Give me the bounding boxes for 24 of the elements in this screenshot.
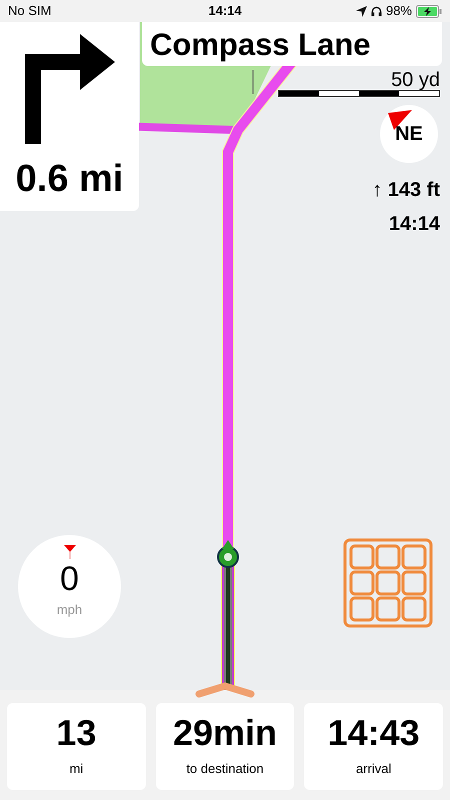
- carrier-text: No SIM: [8, 2, 52, 20]
- stat-value: 14:43: [328, 714, 420, 751]
- headphones-icon: [370, 6, 382, 16]
- expand-chevron-icon[interactable]: [195, 682, 255, 698]
- stat-label: to destination: [186, 760, 264, 778]
- stat-value: 13: [56, 714, 96, 751]
- speed-value: 0: [60, 562, 79, 596]
- speed-marker-icon: [64, 545, 76, 559]
- status-time: 14:14: [208, 2, 242, 20]
- location-arrow-icon: [356, 6, 367, 16]
- street-name-banner: Compass Lane: [142, 22, 442, 66]
- maneuver-distance: 0.6 mi: [16, 160, 124, 198]
- menu-grid-button[interactable]: [343, 538, 433, 628]
- battery-charging-icon: [416, 4, 442, 18]
- stat-label: mi: [69, 760, 84, 778]
- stat-label: arrival: [356, 760, 392, 778]
- altitude-text: ↑ 143 ft: [372, 178, 440, 203]
- clock-text: 14:14: [388, 212, 440, 237]
- scale-label: 50 yd: [391, 70, 440, 90]
- battery-percent: 98%: [386, 2, 412, 20]
- grid-icon: [343, 538, 433, 628]
- stat-value: 29min: [172, 714, 278, 751]
- speed-unit: mph: [56, 600, 82, 619]
- turn-right-arrow-icon: [24, 34, 114, 144]
